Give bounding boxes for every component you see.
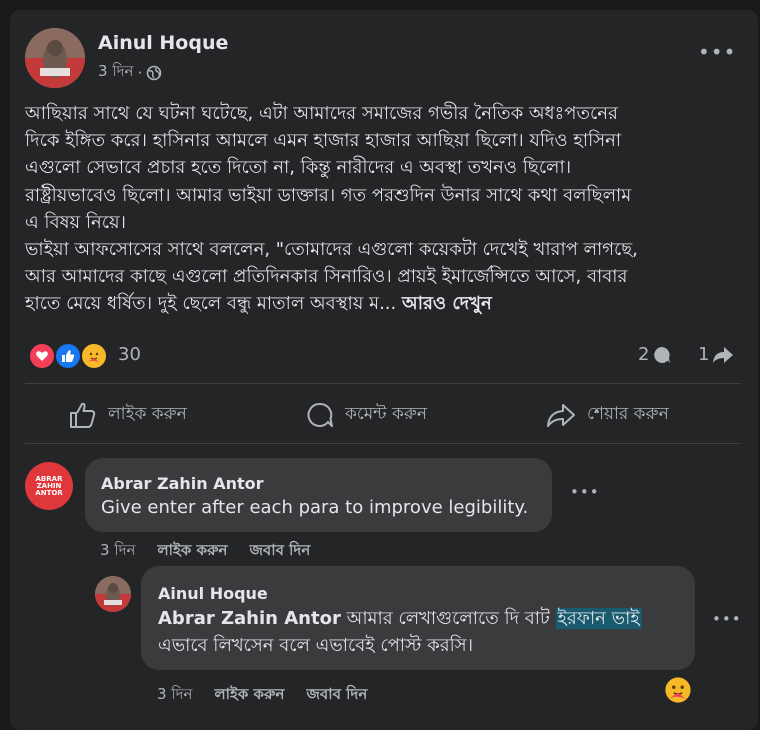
reply-text-start: আমার লেখাগুলোতে দি বাট	[340, 608, 556, 629]
post-line: এগুলো সেভাবে প্রচার হতে দিতো না, কিন্তু …	[25, 157, 572, 179]
share-arrow-icon	[713, 346, 734, 363]
share-count-value: 1	[698, 344, 710, 365]
post-author-name[interactable]: Ainul Hoque	[98, 32, 228, 54]
post-line: হাতে মেয়ে ধর্ষিত। দুই ছেলে বন্ধু মাতাল …	[25, 290, 745, 317]
reply-time[interactable]: 3 দিন	[157, 683, 192, 708]
reply-text-line-2: এভাবে লিখসেন বলে এভাবেই পোস্ট করসি।	[158, 635, 474, 656]
post-more-dots-icon[interactable]: •••	[698, 40, 736, 64]
post-line: এ বিষয় নিয়ে।	[25, 211, 126, 233]
actions-bottom-divider	[25, 443, 741, 444]
post-body: আছিয়ার সাথে যে ঘটনা ঘটেছে, এটা আমাদের স…	[25, 100, 745, 318]
post-meta: 3 দিন ·	[98, 60, 162, 85]
reply-mention[interactable]: Abrar Zahin Antor	[158, 608, 341, 629]
comment-bubble: Abrar Zahin Antor Give enter after each …	[85, 458, 552, 532]
reply-actions: 3 দিন লাইক করুন জবাব দিন	[157, 683, 367, 708]
reply-bubble: Ainul Hoque Abrar Zahin Antor আমার লেখাগ…	[141, 566, 695, 670]
comment-like-button[interactable]: লাইক করুন	[157, 539, 227, 564]
share-button[interactable]: শেয়ার করুন	[545, 395, 669, 435]
share-button-label: শেয়ার করুন	[587, 404, 669, 424]
comment-bubble-icon	[654, 346, 671, 363]
comment-time[interactable]: 3 দিন	[100, 539, 135, 564]
like-button-label: লাইক করুন	[108, 404, 187, 424]
reply-text-line-1: Abrar Zahin Antor আমার লেখাগুলোতে দি বাট…	[158, 605, 642, 633]
see-more-link[interactable]: আরও দেখুন	[402, 293, 492, 314]
post-time[interactable]: 3 দিন	[98, 60, 133, 85]
comment-count-value: 2	[638, 344, 650, 365]
post-author-avatar[interactable]	[25, 28, 85, 88]
comment-text: Give enter after each para to improve le…	[101, 497, 529, 518]
post-line: আছিয়ার সাথে যে ঘটনা ঘটেছে, এটা আমাদের স…	[25, 103, 618, 124]
comment-more-dots-icon[interactable]: •••	[570, 483, 600, 501]
post-line-truncated: হাতে মেয়ে ধর্ষিত। দুই ছেলে বন্ধু মাতাল …	[25, 293, 397, 315]
comment-button-label: কমেন্ট করুন	[345, 404, 428, 424]
post-line: দিকে ইঙ্গিত করে। হাসিনার আমলে এমন হাজার …	[25, 130, 622, 152]
globe-icon	[146, 65, 162, 80]
like-reaction-icon[interactable]	[54, 342, 82, 370]
post-line: ভাইয়া আফসোসের সাথে বললেন, "তোমাদের এগুল…	[25, 239, 638, 261]
reply-author[interactable]: Ainul Hoque	[158, 584, 268, 603]
share-count[interactable]: 1	[698, 344, 734, 365]
comment-button[interactable]: কমেন্ট করুন	[305, 395, 427, 435]
care-reaction-icon[interactable]	[664, 676, 692, 704]
reply-reply-button[interactable]: জবাব দিন	[306, 683, 367, 708]
commenter-avatar[interactable]: ABRAR ZAHIN ANTOR	[25, 462, 73, 510]
reply-more-dots-icon[interactable]: •••	[712, 610, 742, 628]
reply-highlighted-text: ইরফান ভাই	[555, 608, 642, 629]
actions-top-divider	[25, 383, 741, 384]
post-line: রাষ্ট্রীয়ভাবেও ছিলো। আমার ভাইয়া ডাক্তা…	[25, 184, 632, 206]
comment-actions: 3 দিন লাইক করুন জবাব দিন	[100, 539, 310, 564]
post-card: Ainul Hoque 3 দিন · ••• আছিয়ার সাথে যে …	[10, 10, 758, 730]
comment-author[interactable]: Abrar Zahin Antor	[101, 474, 264, 493]
comment-count[interactable]: 2	[638, 344, 672, 365]
meta-separator: ·	[137, 63, 143, 82]
care-reaction-icon[interactable]	[80, 342, 108, 370]
thumb-up-icon	[70, 402, 96, 428]
reaction-count[interactable]: 30	[118, 344, 141, 365]
comment-reply-button[interactable]: জবাব দিন	[249, 539, 310, 564]
share-icon	[547, 404, 575, 427]
like-button[interactable]: লাইক করুন	[68, 395, 187, 435]
reply-like-button[interactable]: লাইক করুন	[214, 683, 284, 708]
love-reaction-icon[interactable]	[28, 342, 56, 370]
reply-author-avatar[interactable]	[95, 576, 131, 612]
comment-icon	[307, 402, 333, 427]
post-line: আর আমাদের কাছে এগুলো প্রতিদিনকার সিনারিও…	[25, 266, 628, 288]
avatar-logo-text: ABRAR ZAHIN ANTOR	[35, 474, 63, 497]
